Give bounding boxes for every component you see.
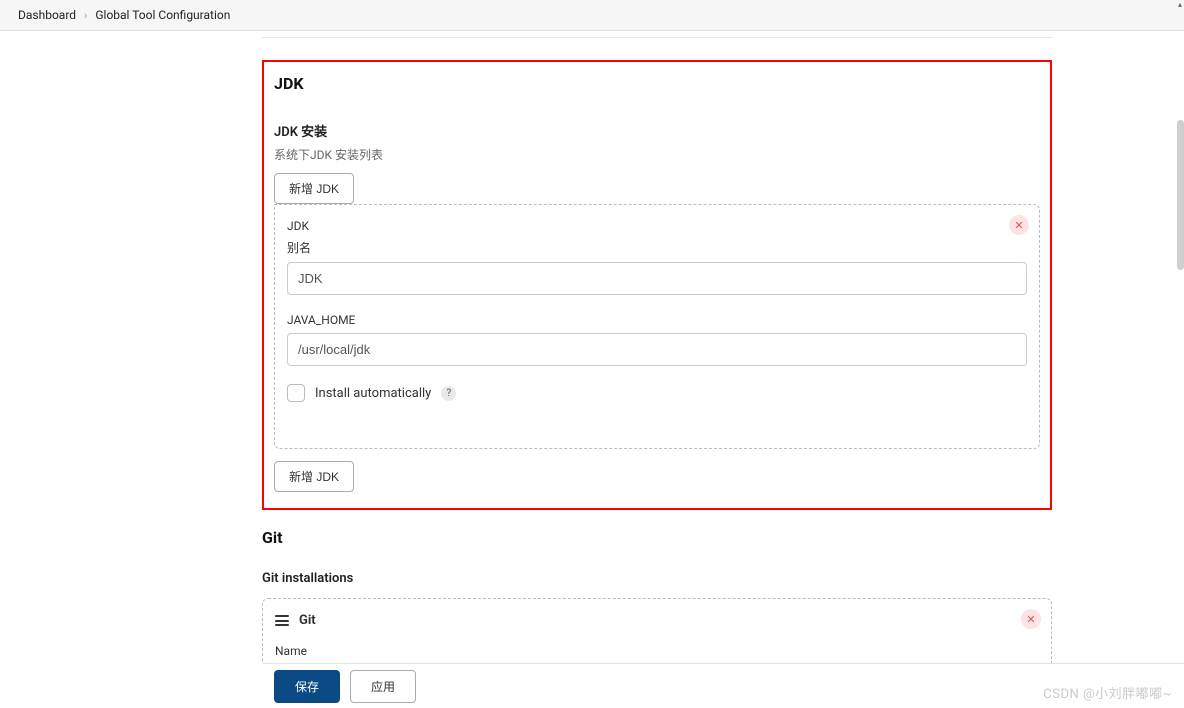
drag-handle-icon[interactable] — [275, 615, 289, 626]
add-jdk-button-top[interactable]: 新增 JDK — [274, 173, 354, 204]
git-section-title: Git — [262, 528, 1052, 547]
java-home-label: JAVA_HOME — [287, 313, 1027, 327]
main-content: JDK JDK 安装 系统下JDK 安装列表 新增 JDK ✕ JDK 别名 J… — [0, 31, 1184, 708]
breadcrumb-global-tool-configuration[interactable]: Global Tool Configuration — [95, 8, 230, 22]
jdk-section-title: JDK — [274, 74, 1040, 93]
scroll-up-arrow-icon[interactable]: ▴ — [1176, 0, 1184, 9]
apply-button[interactable]: 应用 — [350, 670, 416, 703]
jdk-section-highlight: JDK JDK 安装 系统下JDK 安装列表 新增 JDK ✕ JDK 别名 J… — [262, 60, 1052, 510]
install-automatically-checkbox[interactable] — [287, 384, 305, 402]
chevron-right-icon: › — [84, 9, 87, 22]
jdk-install-hint: 系统下JDK 安装列表 — [274, 146, 1040, 163]
breadcrumb: Dashboard › Global Tool Configuration — [0, 0, 1184, 31]
jdk-install-label: JDK 安装 — [274, 121, 1040, 140]
close-icon[interactable]: ✕ — [1009, 215, 1029, 235]
breadcrumb-dashboard[interactable]: Dashboard — [18, 8, 76, 22]
help-icon[interactable]: ? — [441, 386, 456, 401]
git-installations-label: Git installations — [262, 571, 1052, 586]
jdk-alias-input[interactable] — [287, 262, 1027, 295]
jdk-entry-box: ✕ JDK 别名 JAVA_HOME Install automatically… — [274, 204, 1040, 449]
git-name-label: Name — [275, 644, 1039, 658]
add-jdk-button-bottom[interactable]: 新增 JDK — [274, 461, 354, 492]
git-entry-header: Git — [299, 613, 316, 628]
jdk-tool-name: JDK — [287, 219, 309, 235]
section-divider — [262, 37, 1052, 38]
save-button[interactable]: 保存 — [274, 670, 340, 703]
java-home-input[interactable] — [287, 333, 1027, 366]
jdk-alias-label: 别名 — [287, 241, 1027, 257]
jdk-tool-name-label: JDK — [287, 219, 1027, 235]
footer-action-bar: 保存 应用 — [262, 663, 1184, 708]
install-automatically-label: Install automatically — [315, 386, 431, 401]
